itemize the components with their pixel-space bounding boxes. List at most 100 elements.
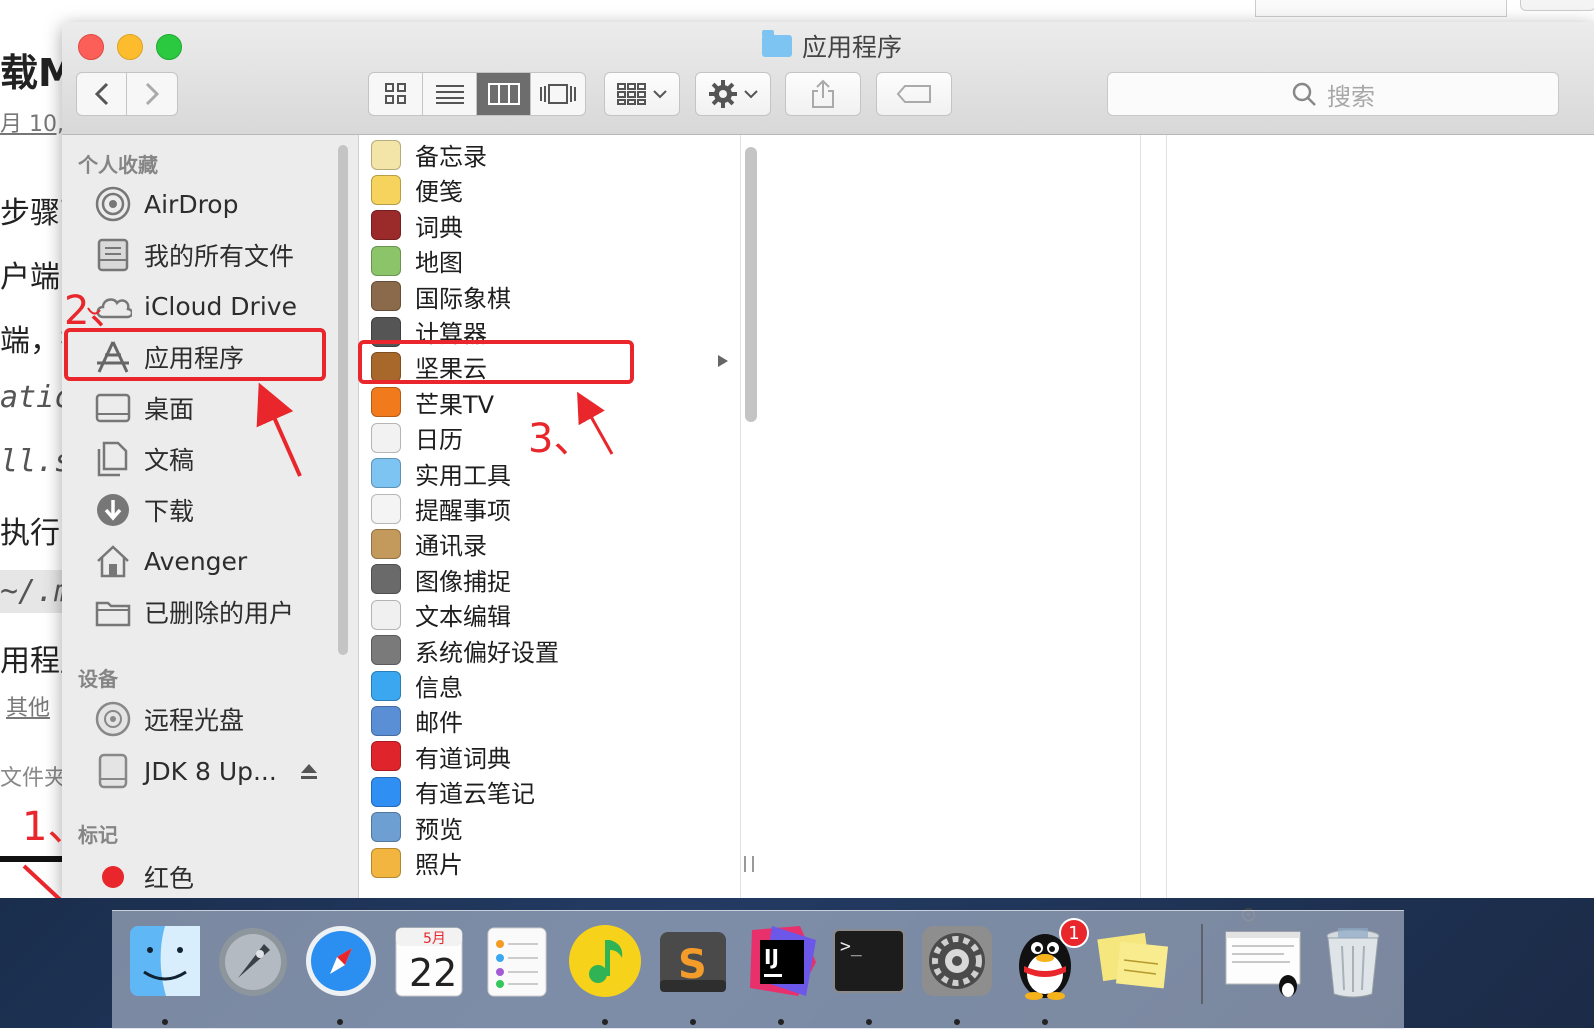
tag-button[interactable] [876,72,952,116]
app-item[interactable]: 地图 [371,243,463,278]
sidebar-item-all-files[interactable]: 我的所有文件 [94,233,334,277]
dock-system-preferences[interactable] [918,922,996,1000]
app-item[interactable]: 通讯录 [371,526,487,561]
column-view-button[interactable] [477,73,531,115]
column-scrollbar[interactable] [745,147,757,422]
app-item[interactable]: 文本编辑 [371,597,511,632]
dock-running-indicator [690,1019,696,1025]
gear-icon [709,80,737,108]
airdrop-icon [94,185,132,223]
dock-safari[interactable] [302,922,380,1000]
disc-icon [94,700,132,738]
app-item[interactable]: 有道云笔记 [371,774,535,809]
action-button[interactable] [695,72,771,116]
dock-terminal[interactable]: >_ [830,922,908,1000]
app-item[interactable]: 备忘录 [371,137,487,172]
dock-qq-music[interactable] [566,922,644,1000]
app-label: 芒果TV [415,390,495,419]
search-icon [1292,82,1316,106]
zoom-button[interactable] [156,34,182,60]
app-item[interactable]: 实用工具 [371,456,511,491]
finder-titlebar: 应用程序 搜索 [62,22,1594,135]
reminders-icon [487,927,547,997]
share-icon [812,79,834,108]
annotation-step-3: 3、 [528,416,594,462]
search-field[interactable]: 搜索 [1107,72,1559,116]
dock-launchpad[interactable] [214,922,292,1000]
arrange-button[interactable] [604,72,680,116]
sidebar-item-label: 远程光盘 [144,706,245,735]
app-item[interactable]: 图像捕捉 [371,562,511,597]
forward-button[interactable] [127,73,177,115]
folder-icon [762,30,792,57]
app-item[interactable]: 便笺 [371,172,463,207]
sidebar-item-label: 我的所有文件 [144,242,295,271]
dock-recent-window[interactable] [1224,922,1302,1000]
list-view-button[interactable] [423,73,477,115]
app-item[interactable]: 系统偏好设置 [371,633,559,668]
dock-trash[interactable] [1314,922,1392,1000]
app-icon [371,245,401,276]
sidebar-item-jdk-volume[interactable]: JDK 8 Up... [94,749,344,793]
dock-intellij[interactable]: IJ [742,922,820,1000]
minimize-button[interactable] [117,34,143,60]
terminal-glyph: >_ [840,936,862,957]
dock-stickies[interactable] [1094,922,1172,1000]
back-button[interactable] [77,73,127,115]
sidebar-item-remote-disc[interactable]: 远程光盘 [94,697,334,741]
dock-finder[interactable] [126,922,204,1000]
applications-column: 备忘录 便笺 词典 地图 国际象棋 计算器 坚果云 芒果TV 日历 实用工具 提醒事项 通讯录 图像捕捉… [359,135,741,898]
gear-icon [922,926,992,996]
app-label: 信息 [415,674,463,702]
app-label: 日历 [415,426,463,455]
sidebar-scrollbar[interactable] [338,145,348,655]
app-icon [371,635,401,666]
desktop-icon [94,389,132,427]
app-item[interactable]: 日历 [371,420,463,455]
sidebar-item-airdrop[interactable]: AirDrop [94,182,334,226]
app-item[interactable]: 邮件 [371,703,463,738]
dock-reminders[interactable] [478,922,556,1000]
close-button[interactable] [78,34,104,60]
column-resize-handle[interactable] [744,856,754,872]
share-button[interactable] [785,72,861,116]
terminal-icon: >_ [833,929,905,993]
sidebar-item-downloads[interactable]: 下载 [94,488,334,532]
sidebar-item-icloud-drive[interactable]: iCloud Drive [94,284,334,328]
app-item[interactable]: 预览 [371,810,463,845]
calendar-day: 22 [409,951,457,995]
coverflow-view-button[interactable] [531,73,585,115]
coverflow-icon [540,84,576,104]
background-search-button [1520,0,1594,11]
bg-link-fragment: 其他 [6,696,51,721]
sidebar-item-documents[interactable]: 文稿 [94,437,334,481]
app-item[interactable]: 提醒事项 [371,491,511,526]
sublime-icon: S [660,932,726,992]
sidebar-item-deleted-users[interactable]: 已删除的用户 [94,590,334,634]
app-item[interactable]: 照片 [371,845,463,880]
compass-icon [306,926,376,996]
rocket-icon [219,928,287,996]
app-icon [371,705,401,736]
app-item[interactable]: 芒果TV [371,385,494,420]
icon-view-button[interactable] [369,73,423,115]
app-item[interactable]: 词典 [371,208,463,243]
dock-calendar[interactable]: 5月 22 [390,922,468,1000]
eject-icon[interactable] [299,761,319,781]
app-item[interactable]: 国际象棋 [371,279,511,314]
window-title: 应用程序 [762,30,902,62]
app-item[interactable]: 有道词典 [371,739,511,774]
sidebar-item-label: AirDrop [144,189,239,219]
sidebar-item-tag-red[interactable]: 红色 [94,855,334,898]
sidebar-item-home[interactable]: Avenger [94,539,334,583]
dock-sublime-text[interactable]: S [654,922,732,1000]
app-item[interactable]: 信息 [371,668,463,703]
app-icon [371,776,401,807]
tag-icon [896,85,931,103]
dock-running-indicator [337,1019,343,1025]
app-icon [371,422,401,453]
chevron-right-icon [145,82,160,106]
folder-icon [94,593,132,631]
sidebar-item-desktop[interactable]: 桌面 [94,386,334,430]
app-icon [371,174,401,205]
